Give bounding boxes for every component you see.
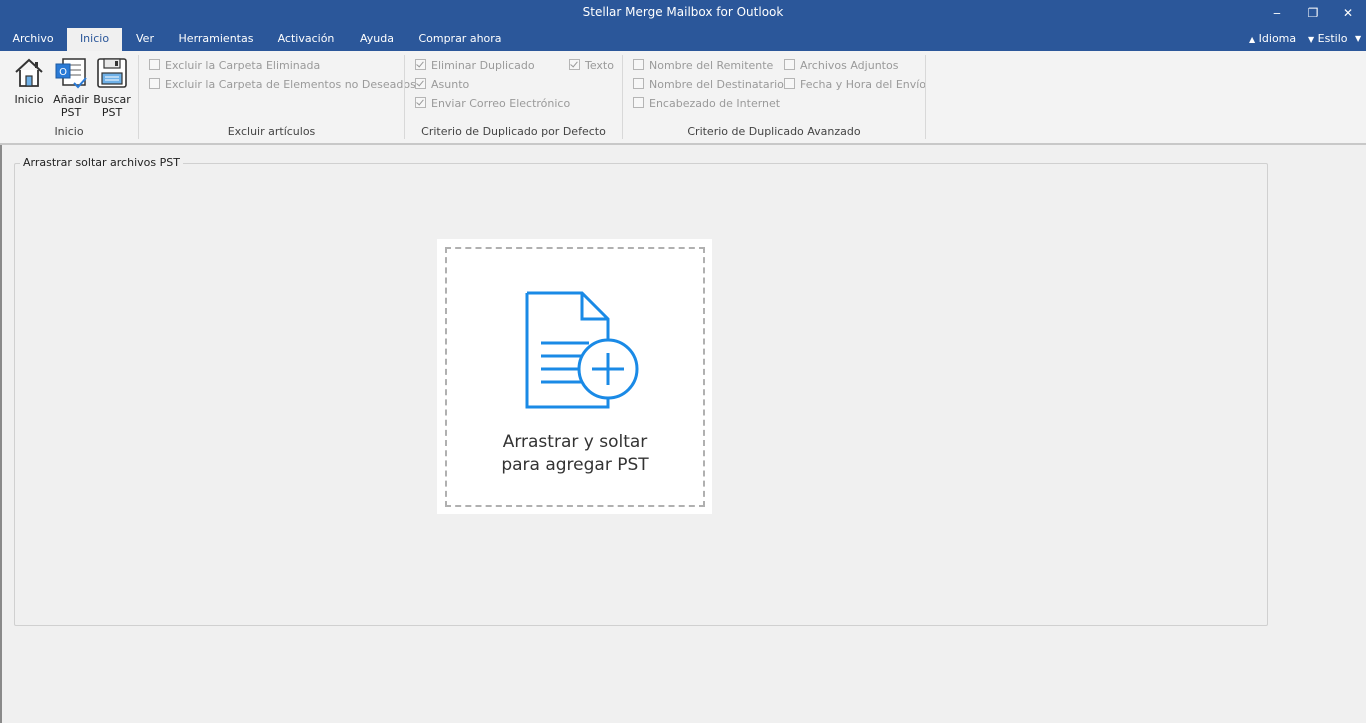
checkbox-encabezado-internet[interactable]: Encabezado de Internet bbox=[633, 97, 780, 111]
anadir-pst-button[interactable]: O Añadir PST bbox=[52, 56, 90, 122]
checkbox-archivos-adjuntos[interactable]: Archivos Adjuntos bbox=[784, 59, 898, 73]
checkbox-enviar-correo[interactable]: Enviar Correo Electrónico bbox=[415, 97, 570, 111]
group-divider bbox=[925, 55, 926, 139]
tab-ayuda[interactable]: Ayuda bbox=[350, 28, 404, 51]
ribbon: Inicio O Añadir PST Buscar PST Inicio Ex… bbox=[0, 51, 1366, 145]
checkbox-box[interactable] bbox=[415, 59, 426, 70]
title-bar: Stellar Merge Mailbox for Outlook ‒ ❐ ✕ bbox=[0, 0, 1366, 28]
buscar-pst-button[interactable]: Buscar PST bbox=[93, 56, 131, 122]
pst-drop-panel-legend: Arrastrar soltar archivos PST bbox=[20, 156, 183, 169]
checkbox-label: Excluir la Carpeta de Elementos no Desea… bbox=[165, 78, 416, 91]
checkbox-label: Encabezado de Internet bbox=[649, 97, 781, 110]
drop-zone-line-1: Arrastrar y soltar bbox=[502, 432, 648, 452]
tab-comprar-ahora[interactable]: Comprar ahora bbox=[412, 28, 508, 51]
checkbox-label: Eliminar Duplicado bbox=[431, 59, 535, 72]
ribbon-collapse-icon[interactable]: ▼ bbox=[1355, 28, 1361, 51]
anadir-pst-label-2: PST bbox=[60, 106, 82, 119]
caret-up-icon: ▲ bbox=[1249, 35, 1256, 44]
checkbox-label: Fecha y Hora del Envío bbox=[800, 78, 927, 91]
home-icon bbox=[15, 58, 43, 87]
checkbox-label: Nombre del Remitente bbox=[649, 59, 774, 72]
checkbox-nombre-remitente[interactable]: Nombre del Remitente bbox=[633, 59, 773, 73]
checkbox-box[interactable] bbox=[784, 78, 795, 89]
checkbox-box[interactable] bbox=[633, 59, 644, 70]
idioma-label: Idioma bbox=[1258, 32, 1297, 45]
checkbox-box[interactable] bbox=[149, 59, 160, 70]
checkbox-asunto[interactable]: Asunto bbox=[415, 78, 469, 92]
checkbox-label: Archivos Adjuntos bbox=[800, 59, 899, 72]
buscar-pst-label-2: PST bbox=[101, 106, 123, 119]
checkbox-label: Texto bbox=[585, 59, 614, 72]
buscar-pst-label-1: Buscar bbox=[93, 93, 131, 106]
minimize-button[interactable]: ‒ bbox=[1262, 3, 1292, 23]
checkbox-box[interactable] bbox=[415, 78, 426, 89]
drop-zone-text: Arrastrar y soltar para agregar PST bbox=[447, 431, 703, 477]
group-label-avanzado: Criterio de Duplicado Avanzado bbox=[687, 125, 861, 138]
estilo-label: Estilo bbox=[1317, 32, 1348, 45]
checkbox-label: Nombre del Destinatario bbox=[649, 78, 784, 91]
checkbox-texto[interactable]: Texto bbox=[569, 59, 614, 73]
drop-zone-line-2: para agregar PST bbox=[501, 455, 649, 475]
svg-text:O: O bbox=[59, 67, 67, 78]
checkbox-box[interactable] bbox=[415, 97, 426, 108]
checkbox-eliminar-duplicado[interactable]: Eliminar Duplicado bbox=[415, 59, 535, 73]
add-pst-icon: O bbox=[55, 58, 87, 89]
checkbox-box[interactable] bbox=[149, 78, 160, 89]
checkbox-nombre-destinatario[interactable]: Nombre del Destinatario bbox=[633, 78, 784, 92]
tab-ver[interactable]: Ver bbox=[128, 28, 162, 51]
tab-activacion[interactable]: Activación bbox=[268, 28, 344, 51]
checkbox-box[interactable] bbox=[569, 59, 580, 70]
restore-button[interactable]: ❐ bbox=[1298, 3, 1328, 23]
checkbox-box[interactable] bbox=[633, 78, 644, 89]
tab-inicio[interactable]: Inicio bbox=[67, 28, 122, 51]
close-button[interactable]: ✕ bbox=[1333, 3, 1363, 23]
menu-bar: Archivo Inicio Ver Herramientas Activaci… bbox=[0, 28, 1366, 51]
estilo-menu[interactable]: ▼ Estilo bbox=[1308, 28, 1348, 51]
checkbox-excluir-no-deseados[interactable]: Excluir la Carpeta de Elementos no Desea… bbox=[149, 78, 416, 92]
idioma-menu[interactable]: ▲ Idioma bbox=[1249, 28, 1296, 51]
window-title: Stellar Merge Mailbox for Outlook bbox=[582, 5, 784, 19]
add-file-icon bbox=[525, 291, 639, 409]
caret-down-icon: ▼ bbox=[1308, 35, 1315, 44]
checkbox-excluir-eliminada[interactable]: Excluir la Carpeta Eliminada bbox=[149, 59, 320, 73]
group-label-inicio: Inicio bbox=[54, 125, 84, 138]
checkbox-label: Enviar Correo Electrónico bbox=[431, 97, 571, 110]
checkbox-box[interactable] bbox=[633, 97, 644, 108]
drop-zone[interactable]: Arrastrar y soltar para agregar PST bbox=[445, 247, 705, 507]
checkbox-label: Asunto bbox=[431, 78, 470, 91]
inicio-button[interactable]: Inicio bbox=[10, 56, 48, 122]
window-left-border bbox=[0, 145, 2, 723]
group-label-defecto: Criterio de Duplicado por Defecto bbox=[421, 125, 606, 138]
inicio-button-label: Inicio bbox=[14, 93, 44, 106]
drop-zone-card[interactable]: Arrastrar y soltar para agregar PST bbox=[437, 239, 712, 514]
group-label-excluir: Excluir artículos bbox=[227, 125, 316, 138]
floppy-icon bbox=[97, 58, 127, 88]
tab-archivo[interactable]: Archivo bbox=[4, 28, 62, 51]
checkbox-fecha-hora-envio[interactable]: Fecha y Hora del Envío bbox=[784, 78, 926, 92]
tab-herramientas[interactable]: Herramientas bbox=[170, 28, 262, 51]
checkbox-label: Excluir la Carpeta Eliminada bbox=[165, 59, 321, 72]
checkbox-box[interactable] bbox=[784, 59, 795, 70]
anadir-pst-label-1: Añadir bbox=[53, 93, 89, 106]
